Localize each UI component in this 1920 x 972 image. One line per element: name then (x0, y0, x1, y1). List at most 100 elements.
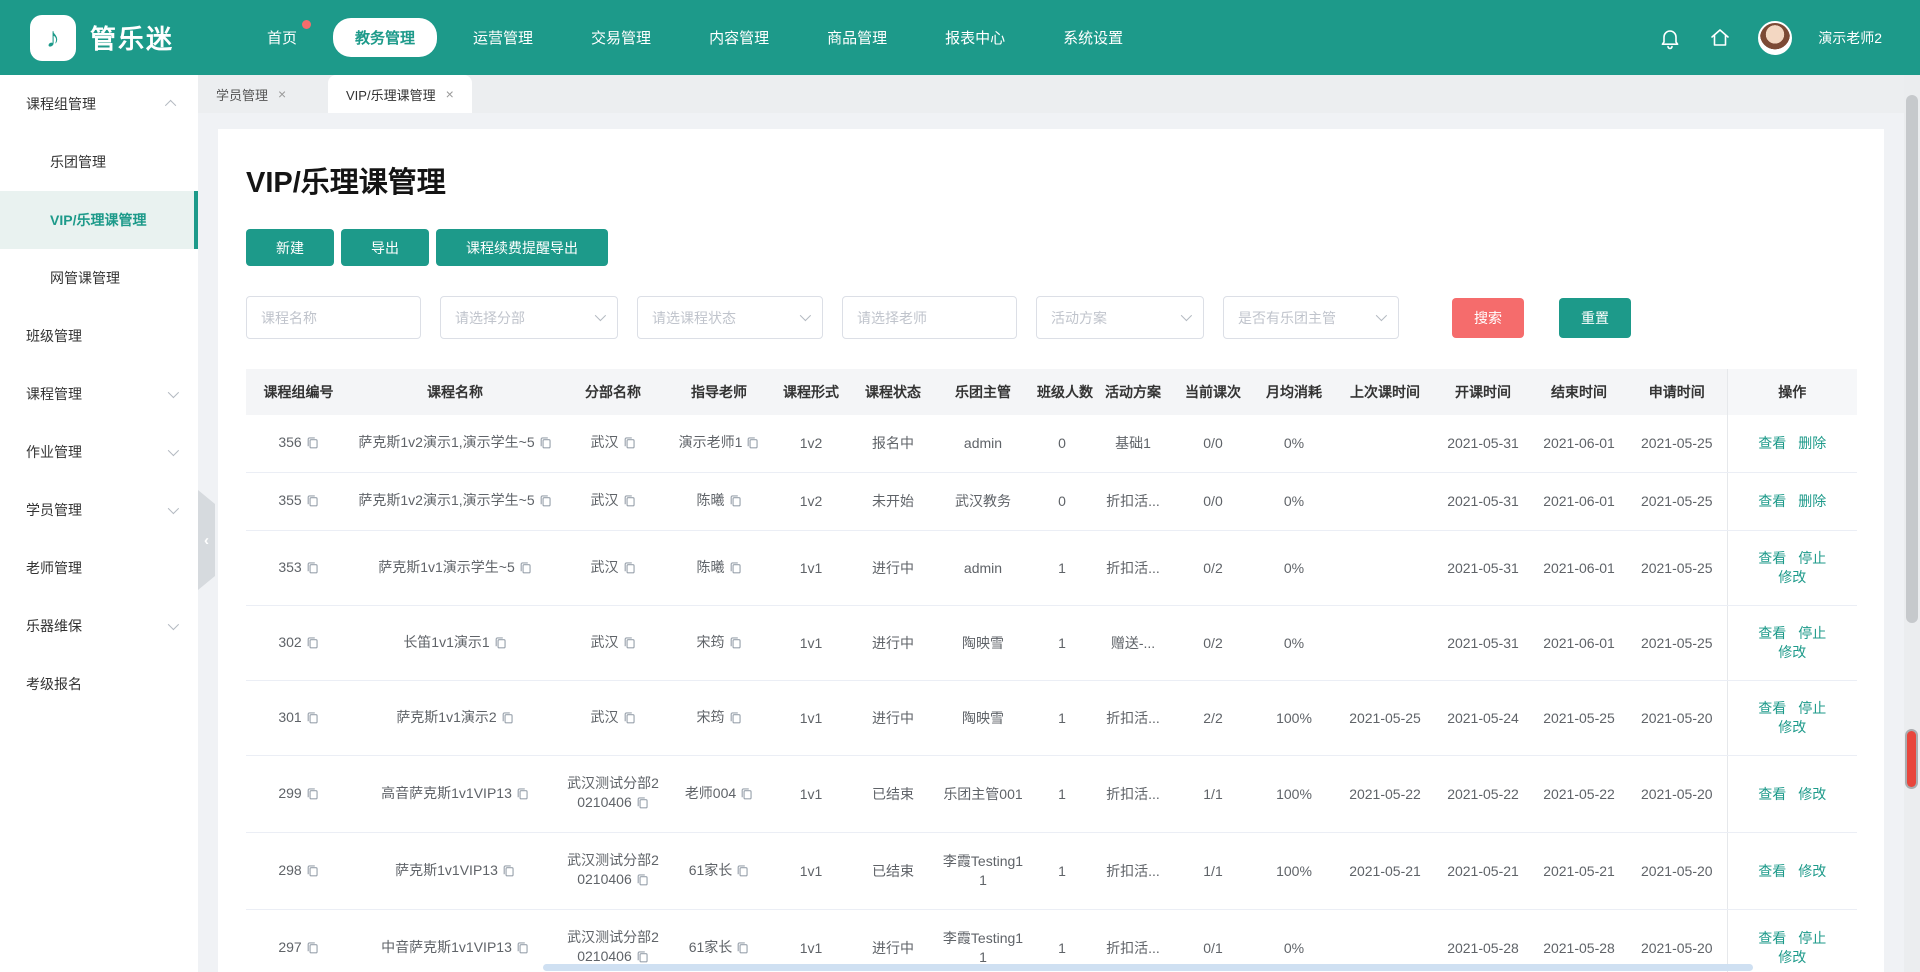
filter-teacher[interactable] (842, 296, 1017, 339)
sidebar-item-homework-mgmt[interactable]: 作业管理 (0, 423, 198, 481)
nav-item-trade[interactable]: 交易管理 (569, 18, 673, 57)
nav-item-system[interactable]: 系统设置 (1041, 18, 1145, 57)
filter-branch[interactable] (440, 296, 618, 339)
action-modify-link[interactable]: 修改 (1778, 569, 1806, 585)
filter-course-name[interactable] (246, 296, 421, 339)
action-view-link[interactable]: 查看 (1758, 493, 1786, 509)
sidebar-item-instrument-maintenance[interactable]: 乐器维保 (0, 597, 198, 655)
action-stop-link[interactable]: 停止 (1798, 550, 1826, 566)
export-button[interactable]: 导出 (341, 229, 429, 266)
copy-icon[interactable] (516, 786, 529, 805)
action-delete-link[interactable]: 删除 (1798, 435, 1826, 451)
copy-icon[interactable] (736, 863, 749, 882)
copy-icon[interactable] (539, 493, 552, 512)
copy-icon[interactable] (729, 493, 742, 512)
sidebar-item-class-mgmt[interactable]: 班级管理 (0, 307, 198, 365)
copy-icon[interactable] (306, 786, 319, 805)
action-modify-link[interactable]: 修改 (1778, 719, 1806, 735)
copy-icon[interactable] (501, 710, 514, 729)
copy-icon[interactable] (636, 872, 649, 891)
avatar[interactable] (1758, 20, 1793, 55)
copy-icon[interactable] (306, 560, 319, 579)
nav-item-content[interactable]: 内容管理 (687, 18, 791, 57)
action-view-link[interactable]: 查看 (1758, 435, 1786, 451)
action-modify-link[interactable]: 修改 (1778, 644, 1806, 660)
sidebar-collapse-handle[interactable]: ‹ (198, 490, 215, 590)
vertical-scrollbar[interactable] (1904, 75, 1920, 972)
copy-icon[interactable] (516, 940, 529, 959)
horizontal-scrollbar[interactable] (543, 964, 1753, 971)
renewal-reminder-export-button[interactable]: 课程续费提醒导出 (436, 229, 608, 266)
filter-course-status-input[interactable] (638, 309, 822, 326)
copy-icon[interactable] (623, 710, 636, 729)
sidebar-item-teacher-mgmt[interactable]: 老师管理 (0, 539, 198, 597)
vertical-scrollbar-thumb[interactable] (1906, 95, 1918, 623)
action-stop-link[interactable]: 停止 (1798, 625, 1826, 641)
sidebar-item-student-mgmt[interactable]: 学员管理 (0, 481, 198, 539)
action-view-link[interactable]: 查看 (1758, 930, 1786, 946)
copy-icon[interactable] (494, 635, 507, 654)
copy-icon[interactable] (519, 560, 532, 579)
copy-icon[interactable] (306, 863, 319, 882)
tab-student-mgmt[interactable]: 学员管理 × (198, 75, 328, 113)
cell-start: 2021-05-28 (1435, 909, 1531, 972)
filter-course-name-input[interactable] (247, 309, 420, 326)
copy-icon[interactable] (729, 635, 742, 654)
nav-item-operation[interactable]: 运营管理 (451, 18, 555, 57)
copy-icon[interactable] (623, 435, 636, 454)
action-stop-link[interactable]: 停止 (1798, 930, 1826, 946)
filter-course-status[interactable] (637, 296, 823, 339)
action-delete-link[interactable]: 删除 (1798, 493, 1826, 509)
search-button[interactable]: 搜索 (1452, 297, 1524, 338)
nav-item-report[interactable]: 报表中心 (923, 18, 1027, 57)
action-stop-link[interactable]: 停止 (1798, 700, 1826, 716)
copy-icon[interactable] (306, 493, 319, 512)
copy-icon[interactable] (623, 493, 636, 512)
copy-icon[interactable] (306, 710, 319, 729)
nav-item-goods[interactable]: 商品管理 (805, 18, 909, 57)
filter-has-orchestra-manager-input[interactable] (1224, 309, 1398, 326)
copy-icon[interactable] (623, 635, 636, 654)
home-icon[interactable] (1708, 26, 1732, 50)
copy-icon[interactable] (729, 560, 742, 579)
sidebar-item-online-course-mgmt[interactable]: 网管课管理 (0, 249, 198, 307)
nav-item-home[interactable]: 首页 (245, 18, 319, 57)
filter-activity-plan-input[interactable] (1037, 309, 1203, 326)
copy-icon[interactable] (623, 560, 636, 579)
copy-icon[interactable] (740, 786, 753, 805)
reset-button[interactable]: 重置 (1559, 297, 1631, 338)
close-icon[interactable]: × (278, 86, 286, 102)
copy-icon[interactable] (736, 940, 749, 959)
close-icon[interactable]: × (446, 86, 454, 102)
sidebar-item-orchestra-mgmt[interactable]: 乐团管理 (0, 133, 198, 191)
filter-teacher-input[interactable] (843, 309, 1016, 326)
tab-vip-course-mgmt[interactable]: VIP/乐理课管理 × (328, 75, 472, 113)
action-view-link[interactable]: 查看 (1758, 700, 1786, 716)
filter-branch-input[interactable] (441, 309, 617, 326)
bell-icon[interactable] (1658, 26, 1682, 50)
sidebar-item-vip-course-mgmt[interactable]: VIP/乐理课管理 (0, 191, 198, 249)
sidebar-item-course-mgmt[interactable]: 课程管理 (0, 365, 198, 423)
action-view-link[interactable]: 查看 (1758, 863, 1786, 879)
action-view-link[interactable]: 查看 (1758, 550, 1786, 566)
action-modify-link[interactable]: 修改 (1798, 863, 1826, 879)
create-button[interactable]: 新建 (246, 229, 334, 266)
copy-icon[interactable] (502, 863, 515, 882)
nav-item-edu[interactable]: 教务管理 (333, 18, 438, 57)
sidebar-item-exam-signup[interactable]: 考级报名 (0, 655, 198, 713)
action-modify-link[interactable]: 修改 (1798, 786, 1826, 802)
copy-icon[interactable] (306, 635, 319, 654)
copy-icon[interactable] (306, 940, 319, 959)
copy-icon[interactable] (746, 435, 759, 454)
copy-icon[interactable] (539, 435, 552, 454)
copy-icon[interactable] (636, 795, 649, 814)
copy-icon[interactable] (306, 435, 319, 454)
action-modify-link[interactable]: 修改 (1778, 949, 1806, 965)
filter-has-orchestra-manager[interactable] (1223, 296, 1399, 339)
action-view-link[interactable]: 查看 (1758, 786, 1786, 802)
filter-activity-plan[interactable] (1036, 296, 1204, 339)
copy-icon[interactable] (729, 710, 742, 729)
column-header-actions: 操作 (1726, 369, 1857, 415)
sidebar-item-course-group-mgmt[interactable]: 课程组管理 (0, 75, 198, 133)
action-view-link[interactable]: 查看 (1758, 625, 1786, 641)
